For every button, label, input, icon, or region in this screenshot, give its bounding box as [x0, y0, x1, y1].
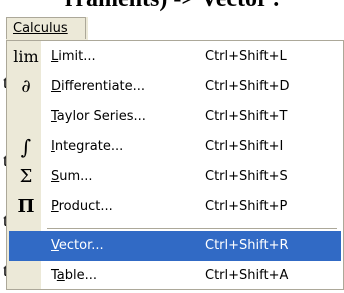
menu-calculus[interactable]: Calculus — [6, 17, 86, 39]
taylor-series-icon — [13, 106, 39, 128]
menu-item-label: Product... — [51, 199, 113, 214]
menu-item-shortcut: Ctrl+Shift+D — [205, 79, 290, 94]
menu-item-label: Table... — [51, 268, 98, 283]
menu-item-product[interactable]: Π Product... Ctrl+Shift+P — [9, 192, 341, 222]
menu-item-shortcut: Ctrl+Shift+L — [205, 49, 287, 64]
menu-item-shortcut: Ctrl+Shift+S — [205, 169, 288, 184]
menu-item-shortcut: Ctrl+Shift+T — [205, 109, 288, 124]
pi-product-icon: Π — [17, 196, 35, 217]
menu-bar: Calculus — [6, 17, 89, 41]
menu-item-label: Taylor Series... — [51, 109, 146, 124]
table-icon — [13, 265, 39, 287]
menu-item-limit[interactable]: lim Limit... Ctrl+Shift+L — [9, 42, 341, 72]
menu-calculus-label: Calculus — [13, 21, 68, 36]
menu-item-taylor-series[interactable]: Taylor Series... Ctrl+Shift+T — [9, 102, 341, 132]
integral-icon: ∫ — [20, 135, 32, 159]
menu-item-vector[interactable]: Vector... Ctrl+Shift+R — [9, 231, 341, 261]
background-heading-text: rraments) -> Vector . — [0, 0, 344, 13]
menu-item-label: Integrate... — [51, 139, 124, 154]
partial-derivative-icon: ∂ — [21, 76, 31, 97]
menu-item-sum[interactable]: Σ Sum... Ctrl+Shift+S — [9, 162, 341, 192]
vector-icon — [13, 235, 39, 257]
menu-item-differentiate[interactable]: ∂ Differentiate... Ctrl+Shift+D — [9, 72, 341, 102]
menu-item-shortcut: Ctrl+Shift+R — [205, 238, 289, 253]
menu-item-shortcut: Ctrl+Shift+P — [205, 199, 288, 214]
menu-item-shortcut: Ctrl+Shift+I — [205, 139, 284, 154]
menu-separator — [47, 228, 337, 229]
menu-item-table[interactable]: Table... Ctrl+Shift+A — [9, 261, 341, 291]
sigma-icon: Σ — [19, 166, 33, 187]
calculus-dropdown-menu: lim Limit... Ctrl+Shift+L ∂ Differentiat… — [6, 40, 344, 290]
menu-item-label: Vector... — [51, 238, 104, 253]
lim-icon: lim — [13, 47, 39, 66]
menu-item-integrate[interactable]: ∫ Integrate... Ctrl+Shift+I — [9, 132, 341, 162]
menu-item-label: Differentiate... — [51, 79, 146, 94]
menu-item-label: Limit... — [51, 49, 96, 64]
menu-item-label: Sum... — [51, 169, 93, 184]
menu-item-shortcut: Ctrl+Shift+A — [205, 268, 289, 283]
